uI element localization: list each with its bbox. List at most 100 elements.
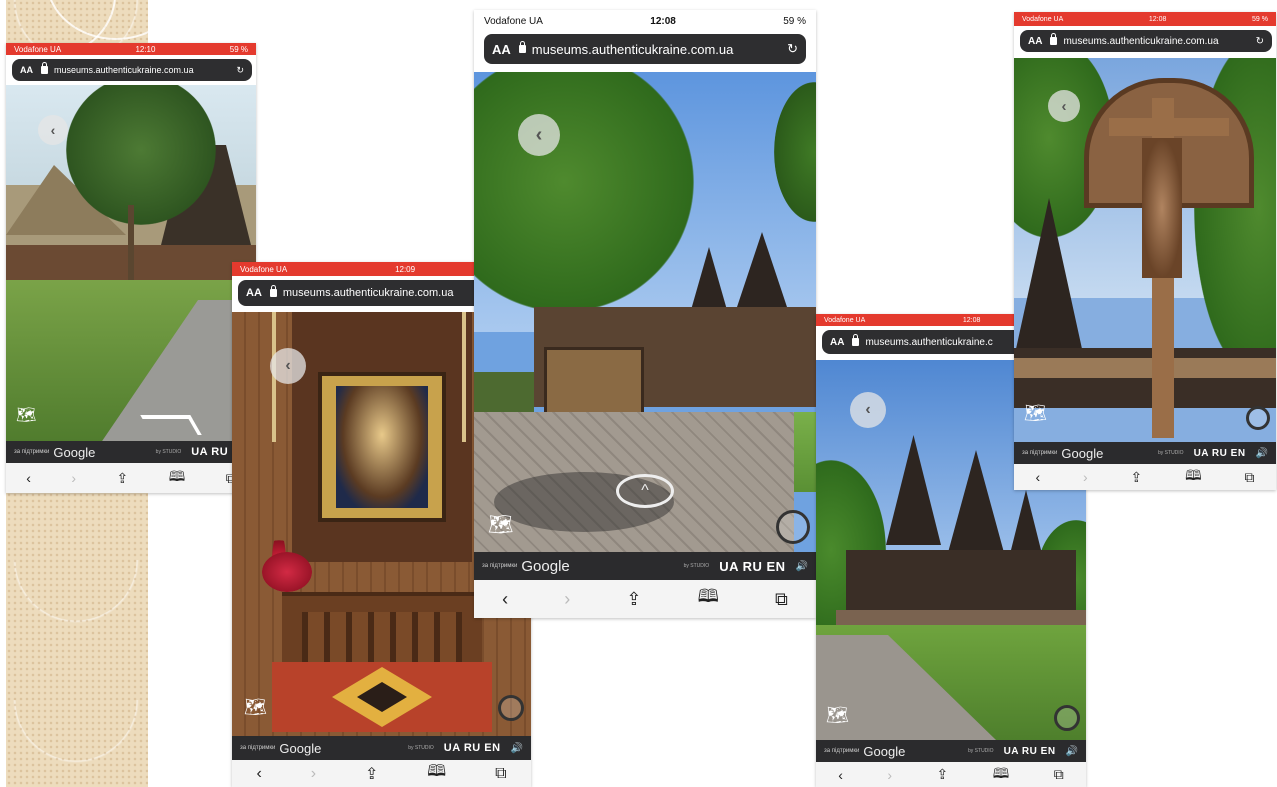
share-button[interactable]: ⇪	[117, 470, 129, 487]
browser-toolbar: ‹ › ⇪ 🕮 ⧉	[474, 580, 816, 618]
map-icon[interactable]: 🗺	[244, 697, 267, 718]
scene-back-button[interactable]: ‹	[270, 348, 306, 384]
forward-button[interactable]: ›	[1083, 469, 1088, 485]
map-icon[interactable]: 🗺	[1024, 403, 1047, 424]
browser-toolbar: ‹ › ⇪ 🕮 ⧉	[232, 760, 531, 787]
collage: Vodafone UA 12:10 59 % AA museums.authen…	[0, 0, 1277, 787]
scene-back-button[interactable]: ‹	[1048, 90, 1080, 122]
address-bar[interactable]: AA museums.authenticukraine.com.ua ↻	[1020, 30, 1272, 52]
tabs-button[interactable]: ⧉	[495, 765, 506, 783]
status-bar: Vodafone UA 12:10 59 %	[6, 43, 256, 55]
clock-label: 12:09	[395, 264, 416, 274]
browser-toolbar: ‹ › ⇪ 🕮 ⧉	[816, 762, 1086, 787]
bookmarks-button[interactable]: 🕮	[1185, 465, 1202, 489]
google-attribution-bar: за підтримки Google by STUDIO UA RU EN 🔊	[1014, 442, 1276, 464]
url-text: museums.authenticukraine.com.ua	[1063, 35, 1219, 47]
clock-label: 12:08	[962, 316, 981, 324]
clock-label: 12:08	[1148, 15, 1167, 23]
text-size-button[interactable]: AA	[246, 287, 262, 299]
forward-button[interactable]: ›	[887, 767, 892, 783]
status-bar: Vodafone UA 12:08 59 %	[1014, 12, 1276, 26]
back-button[interactable]: ‹	[256, 765, 261, 783]
back-button[interactable]: ‹	[502, 589, 508, 610]
back-button[interactable]: ‹	[26, 470, 31, 486]
tabs-button[interactable]: ⧉	[1054, 766, 1064, 783]
google-attribution-bar: за підтримки Google by STUDIO UA RU EN 🔊	[474, 552, 816, 580]
back-button[interactable]: ‹	[838, 767, 843, 783]
map-icon[interactable]: 🗺	[826, 705, 849, 726]
google-logo: Google	[521, 557, 570, 575]
speaker-icon[interactable]: 🔊	[1256, 448, 1268, 459]
scene-back-button[interactable]: ‹	[850, 392, 886, 428]
text-size-button[interactable]: AA	[830, 337, 844, 348]
phone-screenshot-3: Vodafone UA 12:08 59 % AA museums.authen…	[474, 10, 816, 618]
forward-button[interactable]: ›	[564, 589, 570, 610]
compass-icon[interactable]	[1054, 705, 1080, 731]
share-button[interactable]: ⇪	[626, 589, 641, 610]
google-attribution-bar: за підтримки Google by STUDIO UA RU EN	[6, 441, 256, 463]
map-icon[interactable]: 🗺	[16, 405, 36, 425]
url-text: museums.authenticukraine.com.ua	[531, 41, 734, 57]
reload-icon[interactable]: ↻	[236, 65, 244, 76]
speaker-icon[interactable]: 🔊	[511, 743, 523, 754]
back-button[interactable]: ‹	[1035, 469, 1040, 485]
google-attribution-bar: за підтримки Google by STUDIO UA RU EN 🔊	[816, 740, 1086, 762]
text-size-button[interactable]: AA	[1028, 36, 1042, 47]
reload-icon[interactable]: ↻	[1256, 36, 1264, 47]
bookmarks-button[interactable]: 🕮	[427, 760, 446, 787]
google-logo: Google	[1061, 445, 1104, 461]
map-icon[interactable]: 🗺	[488, 512, 513, 537]
street-view-panorama[interactable]: ‹ ^ 🗺	[474, 72, 816, 552]
compass-icon[interactable]	[498, 695, 524, 721]
battery-label: 59 %	[783, 15, 806, 27]
tabs-button[interactable]: ⧉	[1245, 469, 1255, 486]
reload-icon[interactable]: ↻	[787, 41, 798, 57]
bookmarks-button[interactable]: 🕮	[698, 584, 719, 614]
language-switcher[interactable]: UA RU EN	[719, 559, 785, 574]
tabs-button[interactable]: ⧉	[775, 589, 788, 610]
share-button[interactable]: ⇪	[365, 764, 378, 784]
google-attribution-bar: за підтримки Google by STUDIO UA RU EN 🔊	[232, 736, 531, 760]
navigation-arrow-icon[interactable]: ^	[616, 474, 674, 508]
clock-label: 12:08	[650, 15, 676, 27]
clock-label: 12:10	[135, 44, 156, 54]
phone-screenshot-5: Vodafone UA 12:08 59 % AA museums.authen…	[1014, 12, 1276, 490]
url-text: museums.authenticukraine.c	[865, 336, 993, 348]
battery-label: 59 %	[1252, 15, 1268, 23]
carrier-label: Vodafone UA	[484, 15, 543, 27]
language-switcher[interactable]: UA RU EN	[444, 742, 501, 754]
lock-icon	[41, 62, 48, 74]
lock-icon	[269, 285, 277, 297]
lock-icon	[852, 334, 860, 346]
google-logo: Google	[53, 444, 96, 460]
street-view-panorama[interactable]: ‹ 🗺	[6, 85, 256, 441]
share-button[interactable]: ⇪	[1131, 469, 1143, 486]
scene-back-button[interactable]: ‹	[518, 114, 560, 156]
forward-button[interactable]: ›	[71, 470, 76, 486]
bookmarks-button[interactable]: 🕮	[993, 763, 1010, 787]
forward-button[interactable]: ›	[311, 765, 316, 783]
street-view-panorama[interactable]: ‹ 🗺	[1014, 58, 1276, 442]
carrier-label: Vodafone UA	[1022, 15, 1064, 23]
scene-back-button[interactable]: ‹	[38, 115, 68, 145]
compass-icon[interactable]	[776, 510, 810, 544]
url-text: museums.authenticukraine.com.ua	[282, 287, 454, 299]
language-switcher[interactable]: UA RU EN	[1004, 746, 1056, 757]
speaker-icon[interactable]: 🔊	[1066, 746, 1078, 757]
address-bar[interactable]: AA museums.authenticukraine.com.ua ↻	[12, 59, 252, 81]
address-bar[interactable]: AA museums.authenticukraine.com.ua ↻	[484, 34, 806, 64]
carrier-label: Vodafone UA	[824, 316, 866, 324]
lock-icon	[518, 41, 526, 53]
language-switcher[interactable]: UA RU EN	[1194, 448, 1246, 459]
speaker-icon[interactable]: 🔊	[796, 561, 808, 572]
status-bar: Vodafone UA 12:08 59 %	[474, 10, 816, 32]
carrier-label: Vodafone UA	[240, 264, 288, 274]
share-button[interactable]: ⇪	[937, 766, 949, 783]
carrier-label: Vodafone UA	[14, 44, 62, 54]
text-size-button[interactable]: AA	[20, 65, 33, 75]
text-size-button[interactable]: AA	[492, 42, 511, 57]
compass-icon[interactable]	[1246, 406, 1270, 430]
navigation-arrow-icon[interactable]	[140, 415, 202, 435]
google-logo: Google	[279, 740, 322, 756]
bookmarks-button[interactable]: 🕮	[169, 466, 186, 490]
